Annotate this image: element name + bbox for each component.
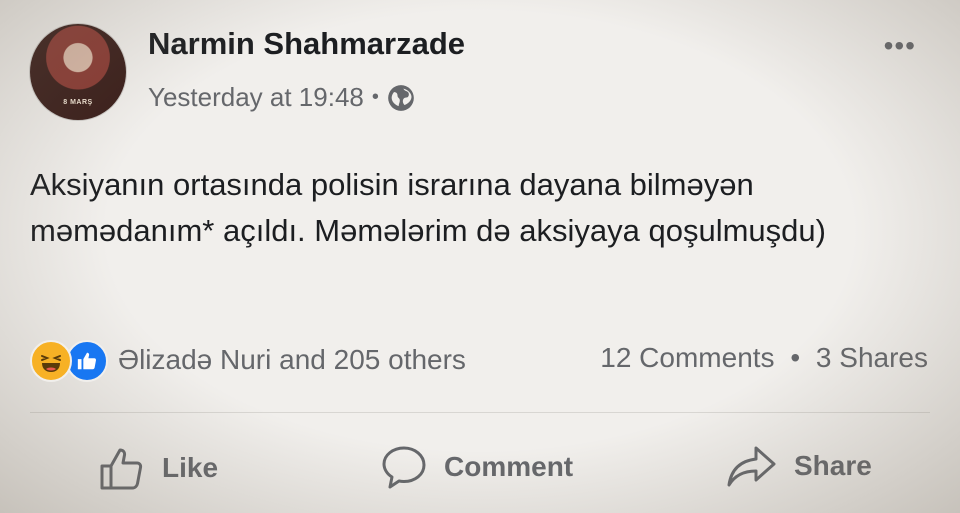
more-options-button[interactable]: •••: [884, 30, 916, 62]
thumbs-up-icon: [100, 448, 143, 490]
photo-vignette: [0, 0, 960, 513]
post-meta: Yesterday at 19:48 •: [148, 82, 415, 113]
comment-bubble-icon: [382, 446, 426, 489]
avatar-caption: 8 MARŞ: [63, 99, 93, 106]
post-text: Aksiyanın ortasında polisin israrına day…: [30, 167, 826, 248]
avatar[interactable]: 8 MARŞ: [30, 24, 126, 120]
engagement-counts: 12 Comments • 3 Shares: [600, 342, 928, 374]
comment-button[interactable]: Comment: [380, 444, 573, 490]
share-label: Share: [794, 450, 872, 481]
reactions-summary[interactable]: Əlizadə Nuri and 205 others: [30, 340, 466, 382]
like-label: Like: [162, 452, 219, 483]
author-name[interactable]: Narmin Shahmarzade: [148, 26, 465, 62]
share-arrow-icon: [727, 446, 776, 487]
reaction-icons: [30, 340, 108, 382]
share-button[interactable]: Share: [726, 444, 872, 488]
haha-reaction-icon: [30, 340, 72, 382]
shares-count[interactable]: 3 Shares: [816, 342, 928, 373]
meta-separator: •: [371, 86, 379, 108]
post-timestamp[interactable]: Yesterday at 19:48: [148, 82, 364, 113]
like-reaction-icon: [66, 340, 108, 382]
divider: [30, 412, 930, 413]
comment-label: Comment: [444, 451, 574, 482]
like-button[interactable]: Like: [98, 444, 218, 492]
reactors-text[interactable]: Əlizadə Nuri and 205 others: [118, 344, 466, 376]
globe-icon[interactable]: [387, 84, 415, 112]
comments-count[interactable]: 12 Comments: [600, 342, 774, 373]
counts-separator: •: [790, 342, 801, 373]
